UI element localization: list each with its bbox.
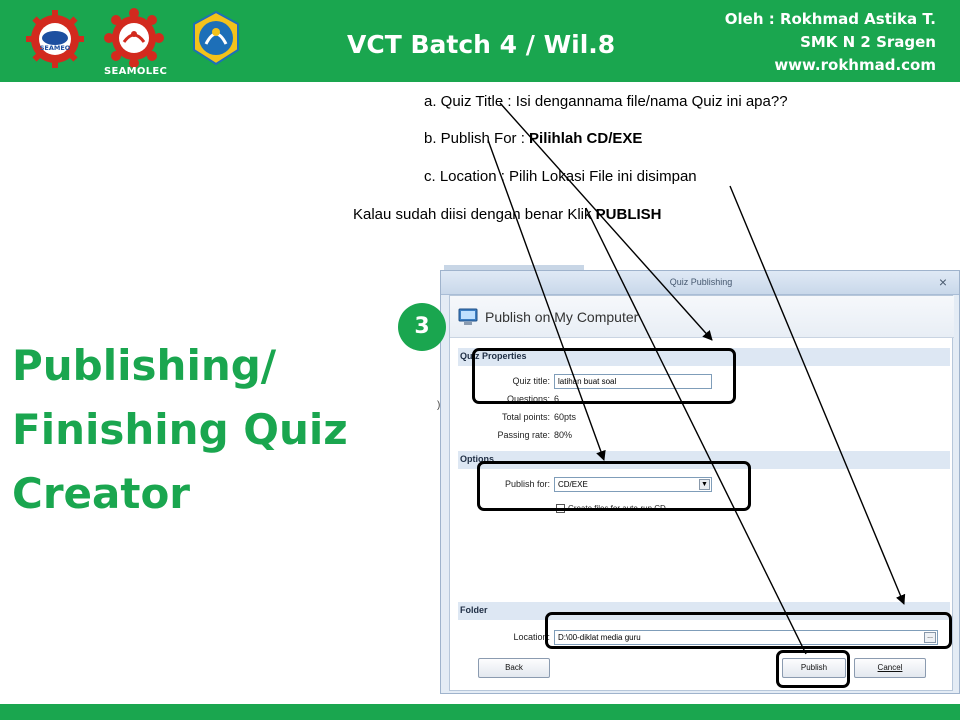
instruction-a: a. Quiz Title : Isi dengannama file/nama…: [424, 93, 788, 110]
seameo-logo: SEAMEO: [24, 8, 86, 70]
location-label: Location:: [513, 632, 550, 642]
credit-website: www.rokhmad.com: [774, 56, 936, 74]
instruction-b-bold: Pilihlah CD/EXE: [529, 130, 643, 147]
slide-title-line1: Publishing/: [12, 341, 277, 390]
tutwuri-logo: [188, 10, 244, 66]
dialog-heading: Publish on My Computer: [485, 309, 639, 325]
slide-title: Publishing/ Finishing Quiz Creator: [12, 334, 348, 526]
instruction-final: Kalau sudah diisi dengan benar Klik PUBL…: [353, 206, 662, 223]
total-points-value: 60pts: [554, 412, 577, 422]
total-points-label: Total points:: [501, 412, 550, 422]
instruction-final-text: Kalau sudah diisi dengan benar Klik: [353, 206, 596, 223]
instruction-b: b. Publish For : Pilihlah CD/EXE: [424, 130, 642, 147]
slide-title-line2: Finishing Quiz: [12, 405, 348, 454]
close-icon[interactable]: ×: [939, 274, 947, 290]
passing-rate-label: Passing rate:: [497, 430, 550, 440]
credit-author: Oleh : Rokhmad Astika T.: [724, 10, 936, 28]
step-number-badge: 3: [398, 303, 446, 351]
dialog-heading-bar: Publish on My Computer: [450, 296, 954, 338]
header-title: VCT Batch 4 / Wil.8: [347, 30, 616, 59]
dialog-title: Quiz Publishing: [669, 277, 733, 287]
cancel-button[interactable]: Cancel: [854, 658, 926, 678]
instruction-c: c. Location : Pilih Lokasi File ini disi…: [424, 168, 697, 185]
highlight-publish-for: [477, 461, 751, 511]
highlight-quiz-title: [472, 348, 736, 404]
passing-rate-value: 80%: [554, 430, 573, 440]
back-button[interactable]: Back: [478, 658, 550, 678]
seameo-logo-text: SEAMEO: [40, 44, 71, 52]
footer-bar: [0, 704, 960, 720]
highlight-location: [545, 612, 952, 649]
highlight-publish-button: [776, 650, 850, 688]
instruction-b-text: b. Publish For :: [424, 130, 530, 147]
author-credit: Oleh : Rokhmad Astika T. SMK N 2 Sragen …: [725, 8, 936, 77]
seamolec-logo: [104, 8, 164, 68]
header-bar: SEAMEO SEAMOLEC VCT Batch 4 / Wil.8 Oleh: [0, 0, 960, 82]
slide-title-line3: Creator: [12, 469, 191, 518]
seamolec-caption: SEAMOLEC: [104, 66, 168, 77]
computer-icon: [458, 308, 478, 331]
dialog-titlebar: Quiz Publishing ×: [441, 271, 959, 295]
instruction-final-bold: PUBLISH: [595, 206, 662, 223]
credit-school: SMK N 2 Sragen: [800, 33, 936, 51]
